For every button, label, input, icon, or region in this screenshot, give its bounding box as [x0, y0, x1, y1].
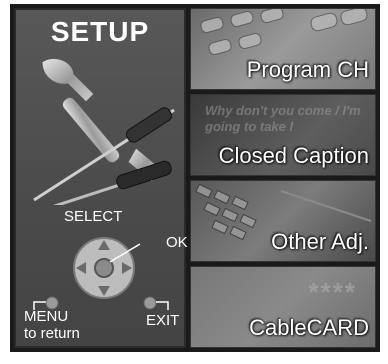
menu-item-label: Other Adj.	[271, 229, 369, 254]
dpad-icon	[73, 237, 140, 299]
exit-button-icon	[143, 296, 169, 310]
setup-menu-screen: SETUP SELECT OK MENU to return EXIT Prog…	[10, 4, 380, 352]
setup-title: SETUP	[50, 16, 150, 47]
menu-item-cablecard[interactable]: **** CableCARD	[190, 266, 376, 348]
menu-label: MENU to return	[24, 308, 80, 342]
menu-item-program-ch[interactable]: Program CH	[190, 8, 376, 90]
menu-item-label: CableCARD	[249, 315, 369, 340]
menu-item-closed-caption[interactable]: Why don't you come / I'm going to take l…	[190, 94, 376, 176]
exit-label: EXIT	[146, 312, 180, 329]
menu-item-other-adj[interactable]: Other Adj.	[190, 180, 376, 262]
caption-sample-text: Why don't you come / I'm going to take l	[205, 103, 361, 134]
select-label: SELECT	[64, 208, 123, 225]
menu-item-label: Closed Caption	[218, 143, 369, 168]
menu-item-label: Program CH	[246, 57, 369, 82]
ok-label: OK	[166, 234, 188, 251]
menu-subtext: to return	[24, 325, 80, 342]
menu-text: MENU	[24, 308, 69, 325]
pin-mask-text: ****	[308, 277, 357, 307]
wrench-screwdriver-icon	[33, 58, 175, 205]
setup-panel: SETUP SELECT OK MENU to return EXIT	[14, 8, 188, 348]
